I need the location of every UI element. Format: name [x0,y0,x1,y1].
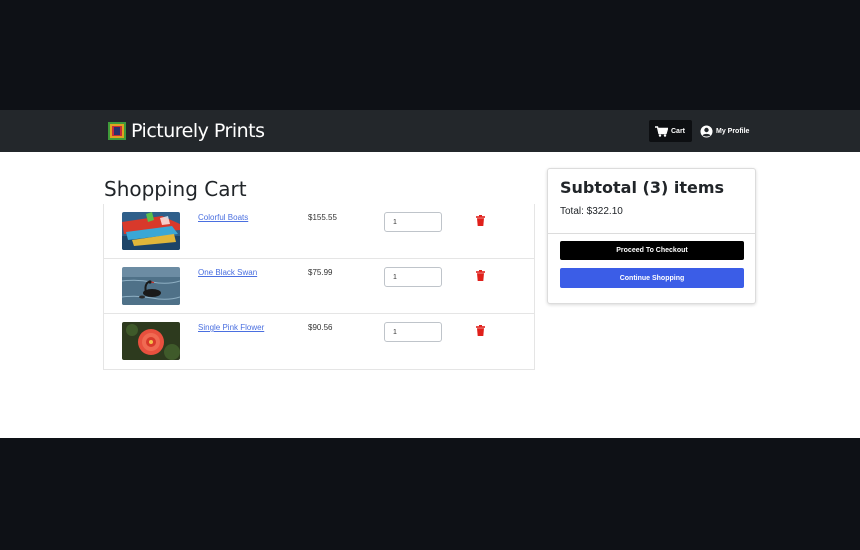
item-image[interactable] [122,322,180,360]
delete-item-button[interactable] [476,213,485,231]
quantity-input[interactable] [384,322,442,342]
item-name-link[interactable]: Colorful Boats [198,213,248,222]
trash-icon [476,215,485,226]
quantity-input[interactable] [384,267,442,287]
item-image[interactable] [122,212,180,250]
cart-items-list: Colorful Boats $155.55 1 One Black Swan … [103,204,535,370]
trash-icon [476,270,485,281]
item-name-link[interactable]: Single Pink Flower [198,323,264,332]
nav-profile-label: My Profile [716,127,750,135]
delete-item-button[interactable] [476,323,485,341]
brand-logo[interactable]: Picturely Prints [107,120,265,142]
nav-cart-link[interactable]: Cart [649,120,692,142]
delete-item-button[interactable] [476,268,485,286]
item-price: $75.99 [308,268,333,277]
navbar: Picturely Prints Cart My Profile [0,110,860,152]
item-price: $90.56 [308,323,333,332]
user-circle-icon [700,125,713,137]
page: Picturely Prints Cart My Profile Shoppin… [0,0,860,550]
page-title: Shopping Cart [104,177,247,201]
item-name-link[interactable]: One Black Swan [198,268,257,277]
cart-icon [655,125,668,137]
nav-cart-label: Cart [671,127,686,135]
total-amount: Total: $322.10 [560,206,623,217]
brand-name: Picturely Prints [131,120,265,142]
item-image[interactable] [122,267,180,305]
cart-item-row: Colorful Boats $155.55 [104,204,534,259]
order-summary-card: Subtotal (3) items Total: $322.10 Procee… [547,168,756,304]
continue-shopping-button[interactable]: Continue Shopping [560,268,744,288]
item-price: $155.55 [308,213,337,222]
proceed-to-checkout-button[interactable]: Proceed To Checkout [560,241,744,260]
trash-icon [476,325,485,336]
quantity-input[interactable] [384,212,442,232]
nav-profile-link[interactable]: My Profile [700,120,749,142]
subtotal-heading: Subtotal (3) items [560,178,725,197]
cart-item-row: One Black Swan $75.99 [104,259,534,314]
logo-frame-icon [107,121,127,141]
cart-item-row: Single Pink Flower $90.56 [104,314,534,369]
main-content: Shopping Cart Colorful Boats $155.55 1 O… [0,152,860,438]
summary-divider [548,233,755,234]
